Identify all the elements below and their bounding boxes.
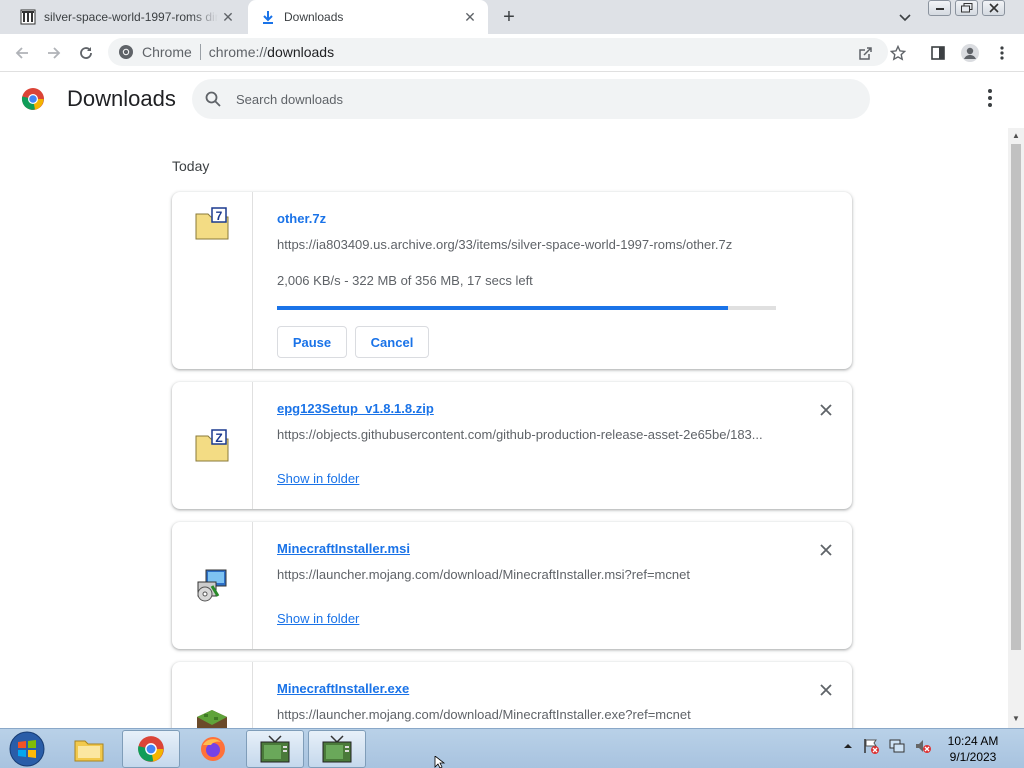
search-downloads-input[interactable] [236,91,836,107]
file-icon-column: Z [172,382,253,509]
taskbar-chrome[interactable] [122,730,180,768]
show-in-folder-link[interactable]: Show in folder [277,611,359,626]
tab-search-chevron-icon[interactable] [896,8,914,26]
search-downloads-box[interactable] [192,79,870,119]
firefox-icon [201,737,225,761]
file-icon-column: 7 [172,192,253,369]
7z-archive-icon: 7 [195,207,229,240]
bookmark-star-icon[interactable] [886,41,910,65]
search-icon [205,91,221,107]
clock-time: 10:24 AM [947,734,999,748]
tv-app-icon [322,735,352,763]
chrome-icon [119,45,133,59]
file-explorer-icon [74,740,104,762]
download-filename[interactable]: MinecraftInstaller.msi [277,541,410,556]
site-chip-label: Chrome [142,44,192,60]
chrome-logo-icon [21,88,44,110]
address-bar[interactable]: Chrome chrome://downloads [108,38,888,66]
download-url[interactable]: https://launcher.mojang.com/download/Min… [277,567,690,582]
page-title: Downloads [67,86,176,111]
svg-text:Z: Z [215,431,222,445]
download-item-minecraft-exe: MinecraftInstaller.exe https://launcher.… [172,662,852,728]
tab-strip: silver-space-world-1997-roms directory l… [0,0,1024,34]
msi-installer-icon [197,569,227,602]
remove-download-close-icon[interactable] [816,680,836,700]
cancel-button[interactable]: Cancel [355,326,429,358]
profile-avatar-icon[interactable] [958,41,982,65]
download-status: 2,006 KB/s - 322 MB of 356 MB, 17 secs l… [277,273,533,288]
url-scheme: chrome:// [208,44,268,60]
scrollbar-thumb[interactable] [1011,144,1021,650]
show-in-folder-link[interactable]: Show in folder [277,471,359,486]
chrome-icon [138,736,164,762]
close-tab-icon[interactable]: ✕ [460,7,480,27]
tab-downloads[interactable]: Downloads ✕ [248,0,488,34]
pause-button[interactable]: Pause [277,326,347,358]
file-icon-column [172,522,253,649]
action-center-flag-icon[interactable] [862,737,880,755]
download-icon [260,9,276,25]
vertical-scrollbar[interactable]: ▲ ▼ [1008,128,1024,728]
windows-taskbar: 10:24 AM 9/1/2023 [0,728,1024,768]
minecraft-icon [197,710,227,728]
minimize-window-icon[interactable] [928,0,951,16]
download-url[interactable]: https://launcher.mojang.com/download/Min… [277,707,691,722]
remove-download-close-icon[interactable] [816,540,836,560]
tab-title: silver-space-world-1997-roms directory l… [44,10,218,24]
new-tab-plus-icon[interactable]: + [498,6,520,28]
reload-icon[interactable] [74,41,98,65]
file-icon-column [172,662,253,728]
download-filename[interactable]: epg123Setup_v1.8.1.8.zip [277,401,434,416]
archive-icon [20,9,36,25]
downloads-list: Today 7 other.7z https://ia803409.us.arc… [0,128,1008,728]
tv-app-icon [260,735,290,763]
download-progress-fill [277,306,729,310]
download-item-other-7z: 7 other.7z https://ia803409.us.archive.o… [172,192,852,369]
taskbar-tv-app-1[interactable] [246,730,304,768]
download-progress-bar [277,306,776,310]
close-tab-icon[interactable]: ✕ [218,7,238,27]
restore-window-icon[interactable] [955,0,978,16]
downloads-header: Downloads [0,72,1024,128]
url-path: downloads [267,44,335,60]
back-arrow-icon[interactable] [10,41,34,65]
side-panel-icon[interactable] [926,41,950,65]
download-filename[interactable]: MinecraftInstaller.exe [277,681,409,696]
share-icon[interactable] [854,41,878,65]
browser-menu-icon[interactable] [990,41,1014,65]
show-hidden-icons-icon[interactable] [842,740,854,752]
system-tray [842,737,932,755]
taskbar-firefox[interactable] [184,730,242,768]
taskbar-clock[interactable]: 10:24 AM 9/1/2023 [930,733,1016,765]
clock-date: 9/1/2023 [949,750,997,764]
site-info-chip[interactable]: Chrome [118,44,192,60]
svg-text:7: 7 [216,209,223,223]
windows-start-icon[interactable] [7,730,47,768]
download-filename[interactable]: other.7z [277,211,326,226]
download-url[interactable]: https://objects.githubusercontent.com/gi… [277,427,763,442]
scroll-up-arrow-icon[interactable]: ▲ [1012,131,1020,140]
download-item-minecraft-msi: MinecraftInstaller.msi https://launcher.… [172,522,852,649]
scroll-down-arrow-icon[interactable]: ▼ [1012,714,1020,723]
window-controls [928,0,1009,16]
zip-archive-icon: Z [195,429,229,462]
forward-arrow-icon[interactable] [42,41,66,65]
download-url[interactable]: https://ia803409.us.archive.org/33/items… [277,237,732,252]
close-window-icon[interactable] [982,0,1005,16]
tab-title: Downloads [284,10,344,24]
date-section-label: Today [172,158,210,174]
omnibox-divider [199,44,201,60]
download-item-epg123: Z epg123Setup_v1.8.1.8.zip https://objec… [172,382,852,509]
network-icon[interactable] [888,737,906,755]
taskbar-file-explorer[interactable] [60,730,118,768]
downloads-menu-icon[interactable] [980,88,1000,108]
taskbar-tv-app-2[interactable] [308,730,366,768]
url-text[interactable]: chrome://downloads [209,44,334,60]
tab-archive-listing[interactable]: silver-space-world-1997-roms directory l… [8,0,246,34]
remove-download-close-icon[interactable] [816,400,836,420]
browser-toolbar: Chrome chrome://downloads [0,34,1024,72]
mouse-pointer-icon [434,756,446,768]
